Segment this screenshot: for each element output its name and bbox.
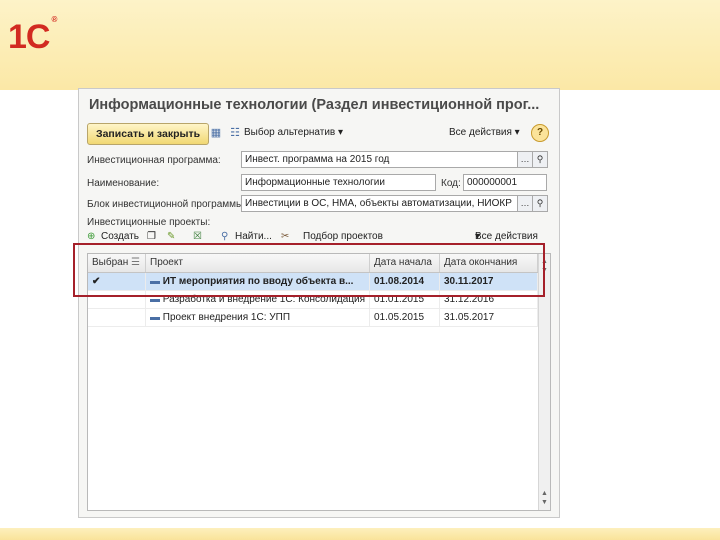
program-open-icon[interactable]: ⚲ bbox=[532, 151, 548, 168]
projects-label: Инвестиционные проекты: bbox=[87, 217, 211, 228]
project-item-icon: ▬ bbox=[150, 312, 160, 323]
end-date-cell: 31.05.2017 bbox=[440, 309, 538, 326]
block-open-icon[interactable]: ⚲ bbox=[532, 195, 548, 212]
find-button[interactable]: Найти... bbox=[235, 231, 272, 242]
name-field[interactable]: Информационные технологии bbox=[241, 174, 436, 191]
selected-checkbox[interactable] bbox=[88, 309, 146, 326]
save-icon[interactable]: ▦ bbox=[209, 126, 223, 140]
table-row[interactable]: ▬ Проект внедрения 1С: УПП 01.05.2015 31… bbox=[88, 309, 538, 327]
program-select-icon[interactable]: … bbox=[517, 151, 533, 168]
code-label: Код: bbox=[441, 178, 461, 189]
scroll-page-down-icon[interactable]: ▼ bbox=[540, 498, 549, 507]
block-field[interactable]: Инвестиции в ОС, НМА, объекты автоматиза… bbox=[241, 195, 518, 212]
choose-alternative-button[interactable]: Выбор альтернатив ▾ bbox=[244, 127, 343, 138]
block-label: Блок инвестиционной программы: bbox=[87, 199, 247, 210]
brand-logo: 1С ® bbox=[8, 14, 57, 56]
select-projects-icon: ✂ bbox=[281, 231, 290, 242]
scroll-page-up-icon[interactable]: ▲ bbox=[540, 489, 549, 498]
copy-icon[interactable]: ❐ bbox=[147, 231, 156, 242]
program-field[interactable]: Инвест. программа на 2015 год bbox=[241, 151, 518, 168]
project-cell: ▬ Проект внедрения 1С: УПП bbox=[146, 309, 370, 326]
highlight-frame bbox=[73, 243, 545, 297]
create-icon: ⊕ bbox=[87, 231, 96, 242]
search-icon: ⚲ bbox=[221, 231, 229, 242]
select-projects-button[interactable]: Подбор проектов bbox=[303, 231, 383, 242]
create-button[interactable]: Создать bbox=[101, 231, 139, 242]
window-title: Информационные технологии (Раздел инвест… bbox=[89, 97, 540, 113]
mark-icon[interactable]: ☒ bbox=[193, 231, 202, 242]
name-label: Наименование: bbox=[87, 178, 160, 189]
projects-all-actions-menu[interactable]: Все действия ▾ bbox=[475, 231, 538, 242]
edit-icon[interactable]: ✎ bbox=[167, 231, 175, 242]
form-window: Информационные технологии (Раздел инвест… bbox=[78, 88, 560, 518]
form-toolbar: Записать и закрыть ▦ ☷ Выбор альтернатив… bbox=[87, 123, 549, 145]
help-button[interactable]: ? bbox=[531, 124, 549, 142]
save-and-close-button[interactable]: Записать и закрыть bbox=[87, 123, 210, 145]
block-select-icon[interactable]: … bbox=[517, 195, 533, 212]
start-date-cell: 01.05.2015 bbox=[370, 309, 440, 326]
program-label: Инвестиционная программа: bbox=[87, 155, 221, 166]
slide-header-band: 1С ® bbox=[0, 0, 720, 90]
code-field[interactable]: 000000001 bbox=[463, 174, 547, 191]
all-actions-menu[interactable]: Все действия ▾ bbox=[449, 127, 520, 138]
slide-footer-band bbox=[0, 528, 720, 540]
alternatives-list-icon: ☷ bbox=[230, 127, 240, 139]
